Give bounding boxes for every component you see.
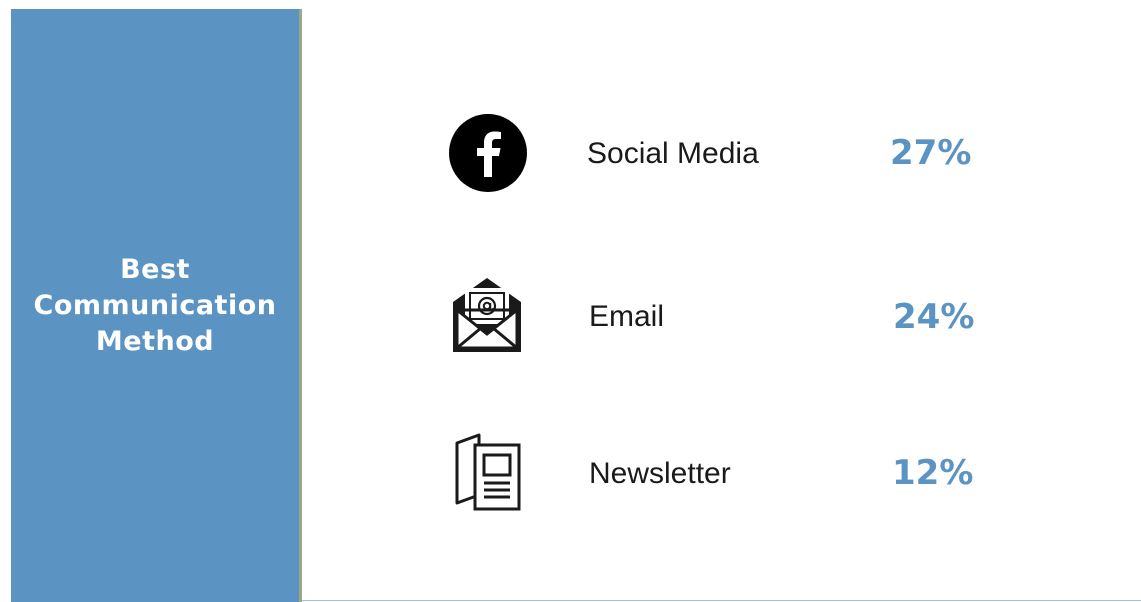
facebook-icon [449, 114, 527, 192]
item-label: Newsletter [589, 457, 731, 490]
panel-title-line-1: Best [120, 253, 190, 285]
item-label: Social Media [587, 137, 759, 170]
panel-title-line-3: Method [95, 325, 215, 357]
item-percentage: 27% [890, 133, 972, 173]
envelope-at-icon [451, 276, 523, 354]
item-percentage: 12% [892, 453, 974, 493]
title-panel: Best Communication Method [11, 9, 302, 602]
item-percentage: 24% [893, 297, 975, 337]
item-label: Email [589, 300, 665, 333]
bottom-divider [302, 600, 1141, 601]
newsletter-icon [453, 433, 523, 513]
panel-title-line-2: Communication [33, 289, 277, 321]
panel-title: Best Communication Method [11, 252, 299, 360]
